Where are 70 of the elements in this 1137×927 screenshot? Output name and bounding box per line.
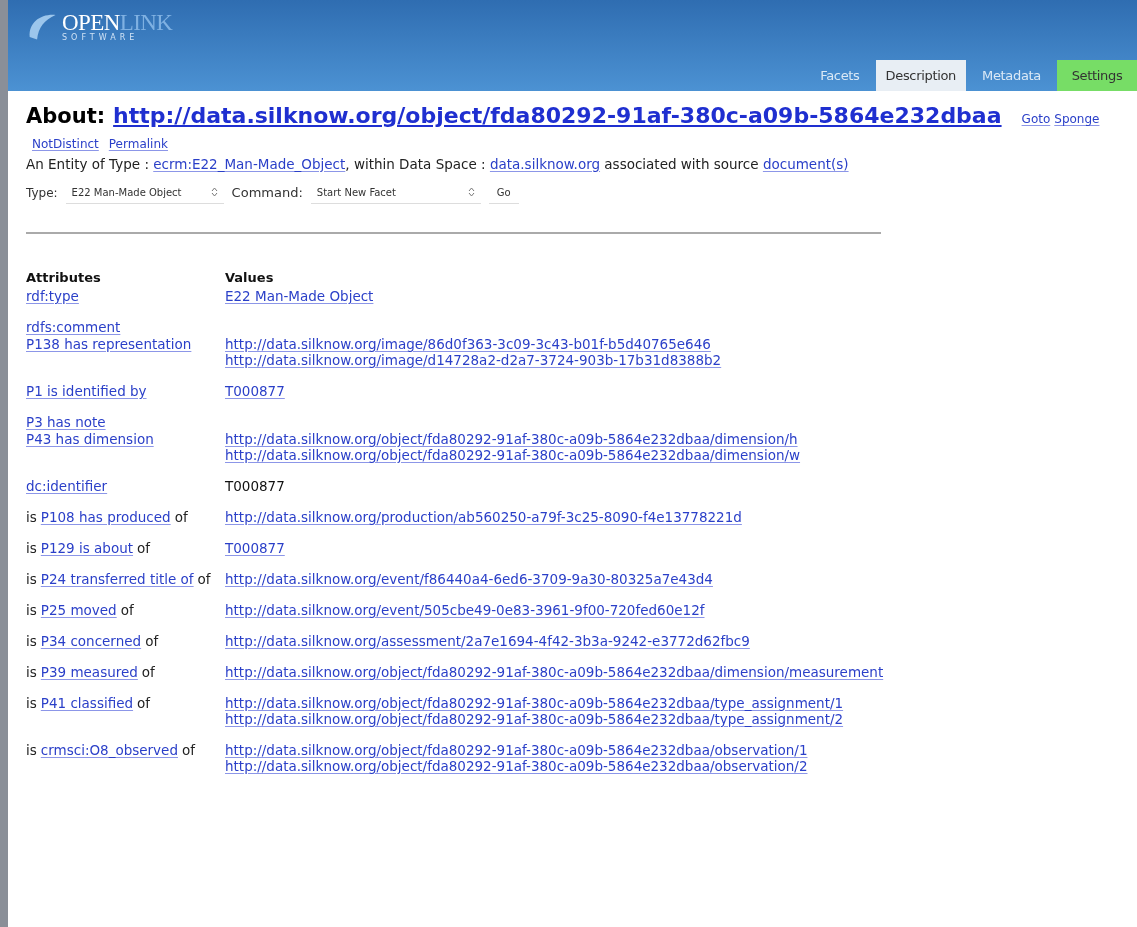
value-link[interactable]: http://data.silknow.org/object/fda80292-91af-380c-a09b-5864e232dbaa/dimension/h	[225, 431, 798, 448]
attribute-text: of	[197, 571, 211, 588]
attribute-text: is	[26, 571, 37, 588]
attribute-link[interactable]: rdf:type	[26, 288, 79, 305]
about-label: About:	[26, 103, 106, 130]
attribute-link[interactable]: dc:identifier	[26, 478, 108, 495]
stepper-icon	[467, 187, 475, 198]
entity-link[interactable]: data.silknow.org	[489, 155, 601, 172]
value-link[interactable]: http://data.silknow.org/object/fda80292-91af-380c-a09b-5864e232dbaa/observation/1	[225, 742, 808, 759]
go-button[interactable]: Go	[488, 181, 519, 204]
command-label: Command:	[231, 184, 303, 202]
value-link[interactable]: http://data.silknow.org/object/fda80292-91af-380c-a09b-5864e232dbaa/dimension/w	[225, 447, 801, 464]
value-link[interactable]: http://data.silknow.org/image/86d0f363-3c09-3c43-b01f-b5d40765e646	[225, 336, 711, 353]
logo-tagline: SOFTWARE	[62, 33, 140, 42]
attribute-link[interactable]: P34 concerned	[40, 633, 142, 650]
value-text: T000877	[225, 478, 285, 495]
attribute-text: of	[137, 540, 151, 557]
value-link[interactable]: http://data.silknow.org/object/fda80292-91af-380c-a09b-5864e232dbaa/observation/2	[225, 758, 808, 775]
attribute-text: is	[26, 509, 37, 526]
entity-link[interactable]: document(s)	[762, 155, 849, 172]
sub-link[interactable]: Permalink	[108, 134, 168, 153]
attribute-text: of	[141, 664, 155, 681]
value-link[interactable]: http://data.silknow.org/object/fda80292-91af-380c-a09b-5864e232dbaa/type_assignment/2	[225, 711, 844, 728]
tab[interactable]: Description	[875, 60, 967, 91]
attribute-text: of	[137, 695, 151, 712]
sub-link[interactable]: NotDistinct	[32, 134, 99, 153]
tab[interactable]: Settings	[1057, 60, 1137, 91]
attribute-text: is	[26, 695, 37, 712]
attribute-link[interactable]: P43 has dimension	[26, 431, 154, 448]
attribute-link[interactable]: P24 transferred title of	[40, 571, 194, 588]
attribute-text: of	[120, 602, 134, 619]
attribute-link[interactable]: P39 measured	[40, 664, 138, 681]
attribute-text: is	[26, 633, 37, 650]
type-label: Type:	[26, 184, 58, 202]
command-select[interactable]: Start New Facet	[310, 181, 481, 204]
attribute-text: is	[26, 602, 37, 619]
value-link[interactable]: T000877	[225, 540, 285, 557]
attribute-link[interactable]: P1 is identified by	[26, 383, 147, 400]
attribute-text: is	[26, 742, 37, 759]
attribute-link[interactable]: P25 moved	[40, 602, 117, 619]
entity-description: An Entity of Type : ecrm:E22_Man-Made_Object, within Data Space : data.silknow.org associated with source document(s)	[26, 154, 850, 174]
attribute-link[interactable]: crmsci:O8_observed	[40, 742, 178, 759]
attribute-link[interactable]: P138 has representation	[26, 336, 192, 353]
attribute-link[interactable]: P3 has note	[26, 414, 106, 431]
attribute-text: is	[26, 664, 37, 681]
header-link[interactable]: Sponge	[1054, 110, 1100, 128]
stepper-icon	[210, 187, 218, 198]
entity-link[interactable]: ecrm:E22_Man-Made_Object	[153, 155, 346, 172]
type-select[interactable]: E22 Man-Made Object	[65, 181, 224, 204]
attribute-link[interactable]: P41 classified	[40, 695, 134, 712]
value-link[interactable]: http://data.silknow.org/event/505cbe49-0e83-3961-9f00-720fed60e12f	[225, 602, 705, 619]
value-link[interactable]: http://data.silknow.org/event/f86440a4-6ed6-3709-9a30-80325a7e43d4	[225, 571, 713, 588]
value-link[interactable]: http://data.silknow.org/image/d14728a2-d2a7-3724-903b-17b31d8388b2	[225, 352, 722, 369]
header-link[interactable]: Goto	[1021, 110, 1051, 128]
column-header: Values	[225, 268, 275, 287]
attribute-link[interactable]: P129 is about	[40, 540, 134, 557]
column-header: Attributes	[26, 268, 102, 287]
value-link[interactable]: http://data.silknow.org/assessment/2a7e1694-4f42-3b3a-9242-e3772d62fbc9	[225, 633, 750, 650]
value-link[interactable]: E22 Man-Made Object	[225, 288, 374, 305]
value-link[interactable]: http://data.silknow.org/object/fda80292-91af-380c-a09b-5864e232dbaa/dimension/measurement	[225, 664, 884, 681]
attribute-link[interactable]: P108 has produced	[40, 509, 171, 526]
attribute-link[interactable]: rdfs:comment	[26, 319, 121, 336]
attribute-text: of	[145, 633, 159, 650]
attribute-text: of	[174, 509, 188, 526]
value-link[interactable]: http://data.silknow.org/object/fda80292-91af-380c-a09b-5864e232dbaa/type_assignment/1	[225, 695, 844, 712]
subject-uri-link[interactable]: http://data.silknow.org/object/fda80292-91af-380c-a09b-5864e232dbaa	[113, 99, 1002, 132]
attribute-text: is	[26, 540, 37, 557]
value-link[interactable]: http://data.silknow.org/production/ab560250-a79f-3c25-8090-f4e13778221d	[225, 509, 742, 526]
attribute-text: of	[182, 742, 195, 759]
value-link[interactable]: T000877	[225, 383, 285, 400]
